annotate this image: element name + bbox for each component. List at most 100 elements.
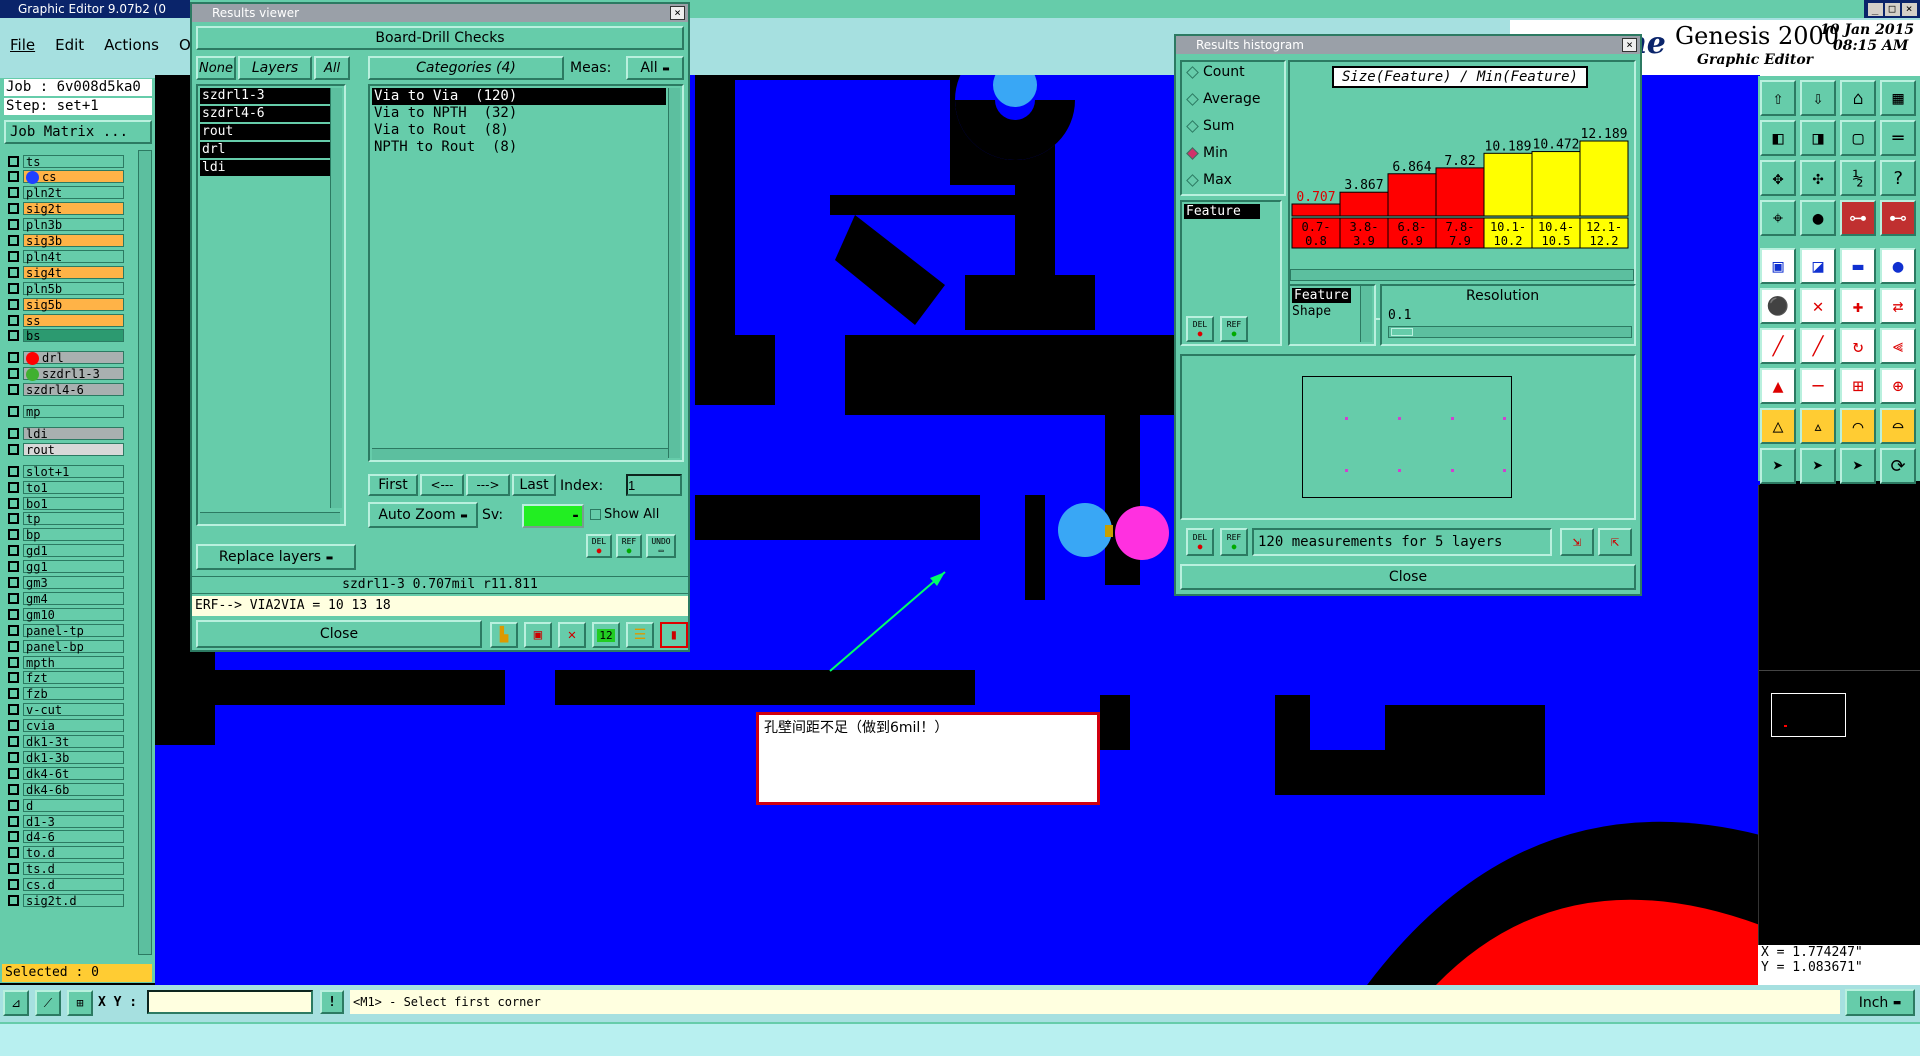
layer-checkbox[interactable] — [8, 155, 19, 167]
layer-row[interactable]: gd1 — [8, 544, 124, 558]
layer-checkbox[interactable] — [8, 799, 19, 811]
draw-icon[interactable]: ⊿ — [3, 990, 29, 1016]
layer-row[interactable]: dk4-6t — [8, 766, 124, 780]
layer-row[interactable]: bs — [8, 329, 124, 343]
open-icon[interactable]: ⇧ — [1760, 80, 1796, 116]
layer-checkbox[interactable] — [8, 443, 19, 455]
layer-row[interactable]: fzt — [8, 671, 124, 685]
layer-checkbox[interactable] — [8, 384, 19, 396]
histogram-close-button[interactable]: Close — [1180, 564, 1636, 590]
layer-checkbox[interactable] — [8, 513, 19, 525]
category-item[interactable]: Via to Via (120) — [372, 88, 666, 105]
window-controls[interactable]: _ □ × — [1864, 0, 1920, 18]
layer-row[interactable]: gm3 — [8, 576, 124, 590]
layer-row[interactable]: cs — [8, 170, 124, 185]
layer-checkbox[interactable] — [8, 577, 19, 588]
layer-row[interactable]: pln3b — [8, 218, 124, 232]
measure-icon[interactable]: ⟋ — [35, 990, 61, 1016]
radio-icon[interactable] — [1186, 173, 1199, 187]
layer-checkbox[interactable] — [8, 879, 19, 891]
layer-row[interactable]: szdrl1-3 — [8, 367, 124, 382]
layer-checkbox[interactable] — [8, 219, 19, 231]
undo-button[interactable]: UNDO ▭ — [646, 534, 676, 558]
layer-row[interactable]: to.d — [8, 846, 124, 860]
route-icon[interactable]: ⊶ — [1840, 200, 1876, 236]
histogram-icon[interactable]: ▮ — [660, 622, 688, 648]
xy-input[interactable] — [147, 990, 313, 1014]
layer-row[interactable]: tp — [8, 512, 124, 526]
rv-layer-item[interactable]: rout — [200, 124, 330, 140]
radio-icon[interactable] — [1186, 119, 1199, 133]
layer-checkbox[interactable] — [8, 497, 19, 509]
layer-row[interactable]: d — [8, 798, 124, 812]
histogram-option-min[interactable]: Min — [1186, 145, 1228, 161]
cursor-alt-icon[interactable]: ➤ — [1800, 448, 1836, 484]
snap-icon[interactable]: ⌖ — [1760, 200, 1796, 236]
layer-row[interactable]: d4-6 — [8, 830, 124, 844]
category-item[interactable]: Via to Rout (8) — [372, 122, 662, 139]
layer-checkbox[interactable] — [8, 831, 19, 843]
close-icon[interactable]: × — [670, 6, 685, 20]
categories-scrollbar[interactable] — [668, 88, 680, 458]
layer-checkbox[interactable] — [8, 352, 19, 364]
fit-icon[interactable]: ▢ — [1840, 120, 1876, 156]
layer-checkbox[interactable] — [8, 767, 19, 779]
rv-layer-item[interactable]: szdrl1-3 — [200, 88, 330, 104]
layer-checkbox[interactable] — [8, 592, 19, 604]
histogram-bar[interactable] — [1339, 191, 1389, 217]
bridge-icon[interactable]: ⌓ — [1880, 408, 1916, 444]
layer-row[interactable]: ts.d — [8, 862, 124, 876]
delete-mark-icon[interactable]: ✕ — [558, 622, 586, 648]
prev-step-icon[interactable]: ◧ — [1760, 120, 1796, 156]
shape-icon[interactable]: ▲ — [1760, 368, 1796, 404]
sv-color-select[interactable]: ▬ — [522, 504, 584, 528]
resolution-slider-thumb[interactable] — [1391, 328, 1413, 336]
number-icon[interactable]: 12 — [592, 622, 620, 648]
layer-checkbox[interactable] — [8, 815, 19, 827]
histogram-bar[interactable] — [1531, 151, 1581, 217]
save-icon[interactable]: ⇩ — [1800, 80, 1836, 116]
layer-row[interactable]: bo1 — [8, 496, 124, 510]
layer-row[interactable]: mpth — [8, 655, 124, 669]
layer-row[interactable]: slot+1 — [8, 464, 124, 478]
layer-scrollbar[interactable] — [138, 150, 152, 955]
layer-row[interactable]: szdrl4-6 — [8, 383, 124, 397]
layer-checkbox[interactable] — [8, 672, 19, 684]
layer-row[interactable]: to1 — [8, 480, 124, 494]
meas-select[interactable]: All ▬ — [626, 56, 684, 80]
rotate-icon[interactable]: ↻ — [1840, 328, 1876, 364]
next-button[interactable]: ---> — [466, 474, 510, 496]
layer-row[interactable]: sig2t — [8, 202, 124, 216]
feature-list-item[interactable]: Feature — [1184, 204, 1260, 219]
highlight-icon[interactable]: ▙ — [490, 622, 518, 648]
menu-edit[interactable]: Edit — [55, 36, 84, 54]
layer-checkbox[interactable] — [8, 406, 19, 417]
merge-icon[interactable]: ⊕ — [1880, 368, 1916, 404]
job-matrix-button[interactable]: Job Matrix ... — [4, 120, 152, 144]
category-item[interactable]: NPTH to Rout (8) — [372, 139, 662, 156]
radio-icon[interactable] — [1186, 92, 1199, 106]
layer-checkbox[interactable] — [8, 282, 19, 294]
edit-icon[interactable]: ◪ — [1800, 248, 1836, 284]
pad-icon[interactable]: ● — [1800, 200, 1836, 236]
layer-row[interactable]: ss — [8, 313, 124, 327]
layer-checkbox[interactable] — [8, 783, 19, 795]
layer-row[interactable]: sig4t — [8, 265, 124, 279]
histogram-bar[interactable] — [1291, 203, 1341, 217]
layer-checkbox[interactable] — [8, 863, 19, 875]
scale-icon[interactable]: ½ — [1840, 160, 1876, 196]
select-icon[interactable]: ▣ — [1760, 248, 1796, 284]
del-button[interactable]: DEL ● — [586, 534, 612, 558]
transform-icon[interactable]: ⟳ — [1880, 448, 1916, 484]
close-icon[interactable]: × — [1901, 2, 1917, 16]
grid-icon[interactable]: ▦ — [1880, 80, 1916, 116]
layer-row[interactable]: panel-bp — [8, 639, 124, 653]
layer-checkbox[interactable] — [8, 608, 19, 620]
first-button[interactable]: First — [368, 474, 418, 496]
arc-icon[interactable]: ╱ — [1800, 328, 1836, 364]
help-icon[interactable]: ? — [1880, 160, 1916, 196]
layer-row[interactable]: bp — [8, 528, 124, 542]
all-button[interactable]: All — [314, 56, 350, 80]
cursor-icon[interactable]: ➤ — [1760, 448, 1796, 484]
overview-map[interactable] — [1758, 485, 1920, 945]
